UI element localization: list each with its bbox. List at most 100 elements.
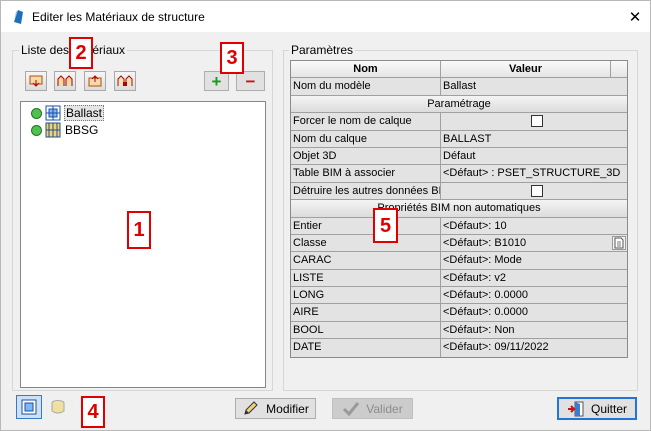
insert-button[interactable] (25, 71, 47, 91)
validate-button[interactable]: Valider (332, 398, 413, 419)
window-title: Editer les Matériaux de structure (32, 10, 205, 24)
annotation-badge-1: 1 (127, 211, 151, 249)
row-name: Table BIM à associer (291, 165, 441, 182)
document-icon (614, 237, 624, 249)
row-value[interactable]: Ballast (441, 78, 627, 95)
status-dot-icon (31, 124, 42, 136)
row-name: DATE (291, 339, 441, 357)
row-name: BOOL (291, 321, 441, 339)
dialog-window: Editer les Matériaux de structure ✕ List… (0, 0, 651, 431)
minus-icon: − (245, 71, 256, 91)
section-title: Propriétés BIM non automatiques (291, 200, 627, 217)
row-name: Nom du calque (291, 130, 441, 147)
insert-group-button[interactable] (54, 71, 76, 91)
row-value[interactable]: <Défaut>: 0.0000 (441, 287, 627, 304)
row-name: CARAC (291, 252, 441, 269)
column-header-extra (611, 61, 627, 78)
validate-label: Valider (366, 401, 403, 416)
row-name: Objet 3D (291, 147, 441, 165)
insert-group-icon (57, 75, 73, 86)
force-layer-checkbox[interactable] (531, 115, 543, 128)
tree-item-ballast[interactable]: Ballast (31, 105, 105, 121)
remove-material-button[interactable]: − (236, 71, 265, 91)
parameters-grid: Nom Valeur Nom du modèle Ballast Paramét… (290, 60, 628, 358)
row-value[interactable] (441, 182, 627, 200)
row-name: Classe (291, 234, 441, 252)
annotation-badge-2: 2 (69, 37, 93, 69)
grid-row-bim-table[interactable]: Table BIM à associer <Défaut> : PSET_STR… (291, 165, 627, 183)
grid-row-long[interactable]: LONG <Défaut>: 0.0000 (291, 287, 627, 305)
grid-row-entier[interactable]: Entier <Défaut>: 10 (291, 217, 627, 235)
exit-door-icon (567, 401, 584, 416)
annotation-badge-3: 3 (220, 42, 244, 74)
group-edit-icon (117, 75, 133, 86)
tree-item-label: Ballast (64, 105, 105, 121)
grid-row-date[interactable]: DATE <Défaut>: 09/11/2022 (291, 339, 627, 357)
row-value[interactable]: <Défaut>: Mode (441, 252, 627, 269)
import-icon (88, 75, 102, 87)
title-bar: Editer les Matériaux de structure ✕ (1, 1, 650, 32)
quit-button[interactable]: Quitter (557, 397, 637, 420)
grid-header: Nom Valeur (291, 61, 627, 79)
row-name: Entier (291, 217, 441, 234)
grid-row-force-layer-name[interactable]: Forcer le nom de calque (291, 113, 627, 131)
grid-row-liste[interactable]: LISTE <Défaut>: v2 (291, 269, 627, 288)
row-value[interactable]: <Défaut>: 0.0000 (441, 304, 627, 321)
database-view-tab[interactable] (45, 395, 71, 419)
row-name: LONG (291, 287, 441, 304)
row-name: Forcer le nom de calque (291, 113, 441, 130)
row-value-text: <Défaut>: B1010 (443, 236, 527, 249)
bbsg-icon (45, 122, 61, 138)
quit-label: Quitter (590, 401, 627, 416)
pencil-icon (244, 400, 258, 415)
checkmark-icon (343, 401, 360, 416)
parameters-group-label: Paramètres (289, 43, 356, 57)
app-icon (14, 10, 23, 24)
row-value[interactable] (441, 113, 627, 130)
row-value[interactable]: <Défaut>: Non (441, 321, 627, 339)
close-icon: ✕ (628, 8, 642, 26)
close-button[interactable]: ✕ (620, 1, 650, 32)
grid-row-3d-object[interactable]: Objet 3D Défaut (291, 147, 627, 166)
tree-item-bbsg[interactable]: BBSG (31, 122, 99, 138)
row-value[interactable]: BALLAST (441, 130, 627, 147)
annotation-badge-5: 5 (373, 208, 398, 243)
grid-section-parametrage[interactable]: Paramétrage (291, 95, 627, 114)
tree-view-tab[interactable] (16, 395, 42, 419)
row-value[interactable]: <Défaut>: v2 (441, 269, 627, 287)
modify-label: Modifier (266, 401, 309, 416)
grid-row-aire[interactable]: AIRE <Défaut>: 0.0000 (291, 304, 627, 322)
status-dot-icon (31, 107, 42, 119)
section-title: Paramétrage (291, 95, 627, 113)
group-edit-button[interactable] (114, 71, 136, 91)
grid-row-bool[interactable]: BOOL <Défaut>: Non (291, 321, 627, 340)
grid-section-bim-properties[interactable]: Propriétés BIM non automatiques (291, 200, 627, 218)
grid-row-model-name[interactable]: Nom du modèle Ballast (291, 78, 627, 96)
insert-icon (29, 75, 43, 87)
row-value[interactable]: <Défaut>: B1010 (441, 234, 627, 252)
row-value[interactable]: <Défaut> : PSET_STRUCTURE_3D (441, 165, 627, 182)
tree-view-icon (21, 399, 37, 415)
grid-row-classe[interactable]: Classe <Défaut>: B1010 (291, 234, 627, 253)
grid-row-layer-name[interactable]: Nom du calque BALLAST (291, 130, 627, 148)
modify-button[interactable]: Modifier (235, 398, 316, 419)
add-material-button[interactable]: + (204, 71, 229, 91)
row-name: Détruire les autres données BI (291, 182, 441, 200)
database-icon (51, 400, 65, 414)
grid-row-destroy-bim-data[interactable]: Détruire les autres données BI (291, 182, 627, 201)
column-header-name[interactable]: Nom (291, 61, 441, 78)
plus-icon: + (211, 71, 222, 91)
row-name: AIRE (291, 304, 441, 321)
row-value[interactable]: Défaut (441, 147, 627, 165)
grid-row-carac[interactable]: CARAC <Défaut>: Mode (291, 252, 627, 270)
browse-button[interactable] (612, 235, 626, 250)
row-name: LISTE (291, 269, 441, 287)
ballast-icon (45, 105, 61, 121)
column-header-value[interactable]: Valeur (441, 61, 611, 78)
import-button[interactable] (84, 71, 106, 91)
annotation-badge-4: 4 (81, 396, 105, 428)
row-value[interactable]: <Défaut>: 10 (441, 217, 627, 234)
row-name: Nom du modèle (291, 78, 441, 95)
destroy-bim-checkbox[interactable] (531, 184, 543, 197)
row-value[interactable]: <Défaut>: 09/11/2022 (441, 339, 627, 357)
